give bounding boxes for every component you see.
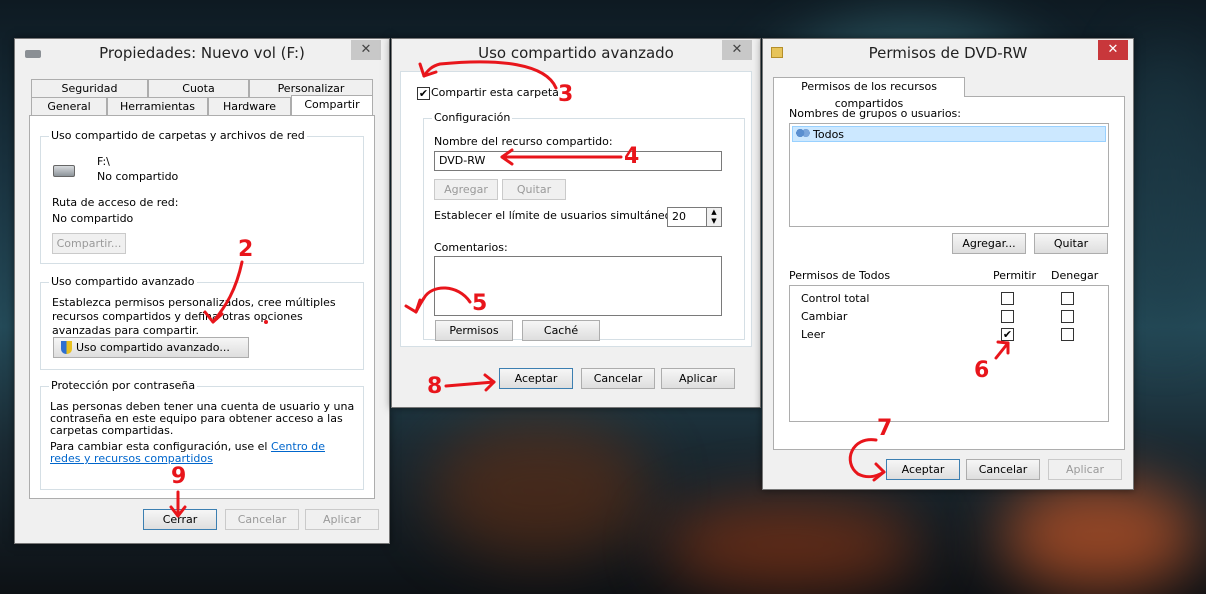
allow-label: Permitir bbox=[993, 269, 1037, 282]
share-name-label: Nombre del recurso compartido: bbox=[434, 135, 613, 148]
hard-drive-icon bbox=[53, 165, 75, 177]
ok-button[interactable]: Aceptar bbox=[499, 368, 573, 389]
perm-name: Cambiar bbox=[801, 310, 848, 323]
net-path-label: Ruta de acceso de red: bbox=[52, 196, 179, 209]
tab-hardware[interactable]: Hardware bbox=[208, 97, 291, 115]
perm-row-leer: Leer ✔ bbox=[790, 326, 1108, 344]
close-icon[interactable]: ✕ bbox=[351, 40, 381, 60]
folder-icon bbox=[771, 47, 783, 58]
user-item[interactable]: Todos bbox=[792, 126, 1106, 142]
tab-seguridad[interactable]: Seguridad bbox=[31, 79, 148, 97]
allow-checkbox[interactable] bbox=[1001, 310, 1014, 323]
drive-status: No compartido bbox=[97, 170, 179, 183]
advanced-share-button[interactable]: Uso compartido avanzado... bbox=[53, 337, 249, 358]
cache-button[interactable]: Caché bbox=[522, 320, 600, 341]
cancel-button[interactable]: Cancelar bbox=[225, 509, 299, 530]
deny-label: Denegar bbox=[1051, 269, 1099, 282]
advanced-share-button-label: Uso compartido avanzado... bbox=[76, 341, 230, 354]
password-group-label: Protección por contraseña bbox=[49, 379, 198, 392]
add-user-button[interactable]: Agregar... bbox=[952, 233, 1026, 254]
password-group: Protección por contraseña Las personas d… bbox=[40, 379, 364, 490]
network-share-label: Uso compartido de carpetas y archivos de… bbox=[49, 129, 307, 142]
ok-button[interactable]: Aceptar bbox=[886, 459, 960, 480]
advanced-share-titlebar: Uso compartido avanzado ✕ bbox=[392, 39, 760, 69]
share-name-input[interactable]: DVD-RW bbox=[434, 151, 722, 171]
close-icon[interactable]: ✕ bbox=[1098, 40, 1128, 60]
advanced-share-group: Uso compartido avanzado Establezca permi… bbox=[40, 275, 364, 370]
permissions-dialog: Permisos de DVD-RW ✕ Permisos de los rec… bbox=[762, 38, 1134, 490]
apply-button[interactable]: Aplicar bbox=[305, 509, 379, 530]
annotation-7: 7 bbox=[877, 416, 893, 441]
tab-share-permissions[interactable]: Permisos de los recursos compartidos bbox=[773, 77, 965, 110]
compartir-panel: Uso compartido de carpetas y archivos de… bbox=[29, 115, 375, 499]
config-label: Configuración bbox=[432, 111, 513, 124]
annotation-5: 5 bbox=[472, 291, 488, 316]
drive-icon bbox=[25, 50, 41, 58]
drive-path: F:\ bbox=[97, 155, 110, 168]
deny-checkbox[interactable] bbox=[1061, 292, 1074, 305]
advanced-share-body: ✔ Compartir esta carpeta Configuración N… bbox=[400, 71, 752, 347]
remove-user-button[interactable]: Quitar bbox=[1034, 233, 1108, 254]
properties-dialog: Propiedades: Nuevo vol (F:) ✕ Seguridad … bbox=[14, 38, 390, 544]
remove-share-button[interactable]: Quitar bbox=[502, 179, 566, 200]
permissions-button[interactable]: Permisos bbox=[435, 320, 513, 341]
apply-button[interactable]: Aplicar bbox=[1048, 459, 1122, 480]
permissions-list: Control total Cambiar Leer ✔ bbox=[789, 285, 1109, 422]
annotation-9: 9 bbox=[171, 464, 187, 489]
users-list[interactable]: Todos bbox=[789, 123, 1109, 227]
user-limit-input[interactable]: 20 bbox=[667, 207, 707, 227]
cancel-button[interactable]: Cancelar bbox=[966, 459, 1040, 480]
apply-button[interactable]: Aplicar bbox=[661, 368, 735, 389]
tab-compartir[interactable]: Compartir bbox=[291, 95, 373, 115]
network-share-group: Uso compartido de carpetas y archivos de… bbox=[40, 129, 364, 264]
share-button[interactable]: Compartir... bbox=[52, 233, 126, 254]
tab-general[interactable]: General bbox=[31, 97, 107, 115]
annotation-3: 3 bbox=[558, 82, 574, 107]
close-button[interactable]: Cerrar bbox=[143, 509, 217, 530]
close-icon[interactable]: ✕ bbox=[722, 40, 752, 60]
permissions-title: Permisos de DVD-RW bbox=[868, 44, 1028, 62]
allow-checkbox[interactable] bbox=[1001, 292, 1014, 305]
properties-title: Propiedades: Nuevo vol (F:) bbox=[99, 44, 305, 62]
share-folder-label: Compartir esta carpeta bbox=[431, 86, 559, 99]
uac-shield-icon bbox=[61, 341, 72, 354]
tab-herramientas[interactable]: Herramientas bbox=[107, 97, 208, 115]
advanced-share-dialog: Uso compartido avanzado ✕ ✔ Compartir es… bbox=[391, 38, 761, 408]
password-change: Para cambiar esta configuración, use el … bbox=[50, 441, 356, 465]
comments-label: Comentarios: bbox=[434, 241, 508, 254]
deny-checkbox[interactable] bbox=[1061, 328, 1074, 341]
perm-row-cambiar: Cambiar bbox=[790, 308, 1108, 326]
annotation-2: 2 bbox=[238, 237, 254, 262]
perm-row-control-total: Control total bbox=[790, 290, 1108, 308]
cancel-button[interactable]: Cancelar bbox=[581, 368, 655, 389]
advanced-share-label: Uso compartido avanzado bbox=[49, 275, 197, 288]
perm-label: Permisos de Todos bbox=[789, 269, 891, 282]
users-group-icon bbox=[796, 129, 810, 139]
advanced-share-desc: Establezca permisos personalizados, cree… bbox=[52, 296, 336, 337]
user-limit-label: Establecer el límite de usuarios simultá… bbox=[434, 209, 699, 222]
share-folder-checkbox[interactable]: ✔ bbox=[417, 87, 430, 100]
tab-cuota[interactable]: Cuota bbox=[148, 79, 249, 97]
perm-name: Leer bbox=[801, 328, 825, 341]
deny-checkbox[interactable] bbox=[1061, 310, 1074, 323]
allow-checkbox[interactable]: ✔ bbox=[1001, 328, 1014, 341]
password-desc: Las personas deben tener una cuenta de u… bbox=[50, 400, 355, 437]
net-path-value: No compartido bbox=[52, 212, 134, 225]
share-permissions-panel: Nombres de grupos o usuarios: Todos Agre… bbox=[773, 96, 1125, 450]
properties-titlebar: Propiedades: Nuevo vol (F:) ✕ bbox=[15, 39, 389, 69]
add-share-button[interactable]: Agregar bbox=[434, 179, 498, 200]
permissions-titlebar: Permisos de DVD-RW ✕ bbox=[763, 39, 1133, 69]
user-name: Todos bbox=[813, 128, 845, 141]
annotation-8: 8 bbox=[427, 374, 443, 399]
spinner-arrows-icon[interactable]: ▲ ▼ bbox=[706, 207, 722, 227]
annotation-4: 4 bbox=[624, 144, 640, 169]
advanced-share-title: Uso compartido avanzado bbox=[478, 44, 674, 62]
annotation-6: 6 bbox=[974, 358, 990, 383]
perm-name: Control total bbox=[801, 292, 870, 305]
